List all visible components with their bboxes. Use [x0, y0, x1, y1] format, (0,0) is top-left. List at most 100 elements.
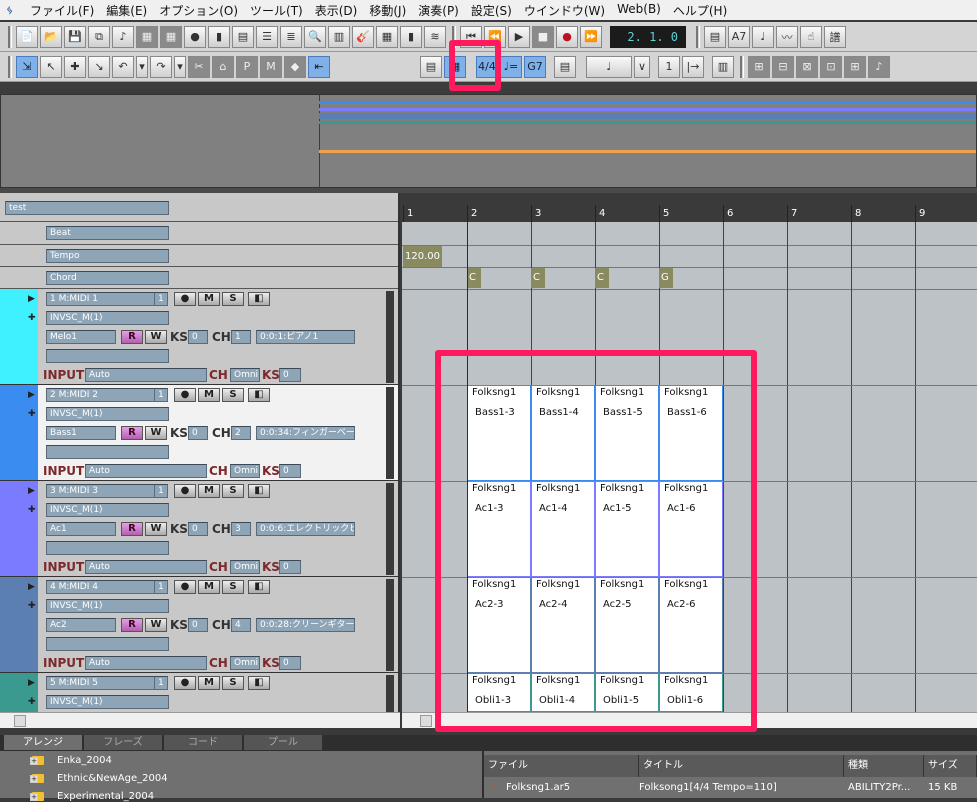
input-ch-field[interactable]: Omni — [230, 656, 260, 670]
track-name-field[interactable]: 5 M:MIDI 5 — [46, 676, 156, 690]
expand-icon[interactable]: ▶ — [28, 582, 35, 592]
file-list[interactable]: ファイル タイトル 種類 サイズ ♪ Folksng1.ar5 Folksong1[4/4 … — [484, 751, 977, 798]
menu-5[interactable]: 移動(J) — [363, 2, 412, 19]
menu-9[interactable]: Web(B) — [611, 2, 667, 19]
instrument-field[interactable]: INVSC_M(1) — [46, 503, 169, 517]
add-icon[interactable]: ✚ — [28, 313, 36, 323]
input-ks-field[interactable]: 0 — [279, 368, 301, 382]
edit-tool-4[interactable]: ↶ — [112, 55, 134, 78]
toolbar-button-1[interactable]: 📂 — [40, 25, 62, 48]
solo-button[interactable]: S — [222, 484, 244, 498]
bar-number-4[interactable]: 4 — [595, 205, 659, 222]
bar-number-6[interactable]: 6 — [723, 205, 787, 222]
bar-number-8[interactable]: 8 — [851, 205, 915, 222]
ks-field[interactable]: 0 — [188, 426, 208, 440]
track-5[interactable]: ▶ ✚ 5 M:MIDI 5 1 ● M S ◧ INVSC_M(1) — [0, 673, 398, 712]
toolbar-button-r3[interactable]: 〰 — [776, 25, 798, 48]
port-field[interactable]: 1 — [154, 484, 168, 498]
toolbar-button-16[interactable]: ▮ — [400, 25, 422, 48]
edit-tool-3[interactable]: ↘ — [88, 55, 110, 78]
column-header-2[interactable]: 種類 — [844, 755, 924, 777]
menu-10[interactable]: ヘルプ(H) — [667, 2, 733, 19]
monitor-button[interactable]: ◧ — [248, 292, 270, 306]
bar-number-7[interactable]: 7 — [787, 205, 851, 222]
chord-track-label[interactable]: Chord — [46, 271, 169, 285]
chord-marker[interactable]: G — [659, 268, 673, 288]
instrument-field[interactable]: INVSC_M(1) — [46, 311, 169, 325]
port-field[interactable]: 1 — [154, 388, 168, 402]
mute-button[interactable]: M — [198, 676, 220, 690]
file-title[interactable]: Folksong1[4/4 Tempo=110] — [639, 779, 777, 797]
monitor-button[interactable]: ◧ — [248, 580, 270, 594]
expand-icon[interactable]: ▶ — [28, 390, 35, 400]
folder-item[interactable]: + Experimental_2004 — [30, 791, 154, 802]
record-button[interactable]: ● — [174, 484, 196, 498]
toolbar-button-2[interactable]: 💾 — [64, 25, 86, 48]
column-header-3[interactable]: サイズ — [924, 755, 977, 777]
mute-button[interactable]: M — [198, 292, 220, 306]
part-name-field[interactable]: Melo1 — [46, 330, 116, 344]
input-field[interactable]: Auto — [85, 560, 207, 574]
monitor-button[interactable]: ◧ — [248, 676, 270, 690]
expand-icon[interactable]: ▶ — [28, 678, 35, 688]
ks-field[interactable]: 0 — [188, 618, 208, 632]
toolbar-button-r1[interactable]: A7 — [728, 25, 750, 48]
toolbar2-right-0[interactable]: ⊞ — [748, 55, 770, 78]
track-3[interactable]: ▶ ✚ 3 M:MIDI 3 1 ● M S ◧ INVSC_M(1) Ac1 R W KS 0 CH 3 0:… — [0, 481, 398, 577]
chord-marker[interactable]: C — [595, 268, 609, 288]
input-ch-field[interactable]: Omni — [230, 560, 260, 574]
menu-3[interactable]: ツール(T) — [244, 2, 309, 19]
loop-button[interactable]: 1 — [658, 55, 680, 78]
record-button[interactable]: ● — [174, 580, 196, 594]
input-field[interactable]: Auto — [85, 368, 207, 382]
toolbar-button-4[interactable]: ♪ — [112, 25, 134, 48]
scroll-thumb[interactable] — [14, 715, 26, 727]
toolbar-button-12[interactable]: 🔍 — [304, 25, 326, 48]
read-button[interactable]: R — [121, 426, 143, 440]
toolbar-button-r0[interactable]: ▤ — [704, 25, 726, 48]
record-button[interactable]: ● — [174, 388, 196, 402]
column-header-0[interactable]: ファイル — [484, 755, 639, 777]
voice-field[interactable]: 0:0:28:クリーンギター — [256, 618, 355, 632]
edit-tool-12[interactable]: ◆ — [284, 55, 306, 78]
edit-tool-9[interactable]: ⌂ — [212, 55, 234, 78]
toolbar-button-7[interactable]: ● — [184, 25, 206, 48]
toolbar-button-10[interactable]: ☰ — [256, 25, 278, 48]
input-ks-field[interactable]: 0 — [279, 656, 301, 670]
stop-button[interactable]: ■ — [532, 25, 554, 48]
tempo-marker[interactable]: 120.00 — [403, 246, 442, 267]
blank-field[interactable] — [46, 445, 169, 459]
toolbar-button-r5[interactable]: 譜 — [824, 25, 846, 48]
write-button[interactable]: W — [145, 426, 167, 440]
toolbar-button-5[interactable]: ▦ — [136, 25, 158, 48]
edit-tool-5[interactable]: ▾ — [136, 55, 148, 78]
tab-3[interactable]: プール — [244, 735, 322, 750]
instrument-field[interactable]: INVSC_M(1) — [46, 599, 169, 613]
add-icon[interactable]: ✚ — [28, 697, 36, 707]
tab-0[interactable]: アレンジ — [4, 735, 82, 750]
input-field[interactable]: Auto — [85, 656, 207, 670]
read-button[interactable]: R — [121, 522, 143, 536]
track-name-field[interactable]: 3 M:MIDI 3 — [46, 484, 156, 498]
edit-tool-2[interactable]: ✚ — [64, 55, 86, 78]
track-vscroll[interactable] — [386, 291, 394, 383]
blank-field[interactable] — [46, 349, 169, 363]
mute-button[interactable]: M — [198, 388, 220, 402]
bar-ruler[interactable]: 123456789 — [402, 193, 977, 222]
file-type[interactable]: ABILITY2Pr... — [848, 779, 910, 797]
ks-field[interactable]: 0 — [188, 330, 208, 344]
tab-1[interactable]: フレーズ — [84, 735, 162, 750]
monitor-button[interactable]: ◧ — [248, 388, 270, 402]
edit-tool-11[interactable]: M — [260, 55, 282, 78]
toolbar-button-17[interactable]: ≋ — [424, 25, 446, 48]
tab-2[interactable]: コード — [164, 735, 242, 750]
expand-icon[interactable]: + — [30, 792, 38, 801]
bar-number-1[interactable]: 1 — [403, 205, 467, 222]
part-name-field[interactable]: Ac2 — [46, 618, 116, 632]
chord-marker[interactable]: C — [531, 268, 545, 288]
toolbar-button-13[interactable]: ▥ — [328, 25, 350, 48]
menu-8[interactable]: ウインドウ(W) — [518, 2, 611, 19]
solo-button[interactable]: S — [222, 292, 244, 306]
toolbar2-right-4[interactable]: ⊞ — [844, 55, 866, 78]
menu-0[interactable]: ファイル(F) — [24, 2, 100, 19]
